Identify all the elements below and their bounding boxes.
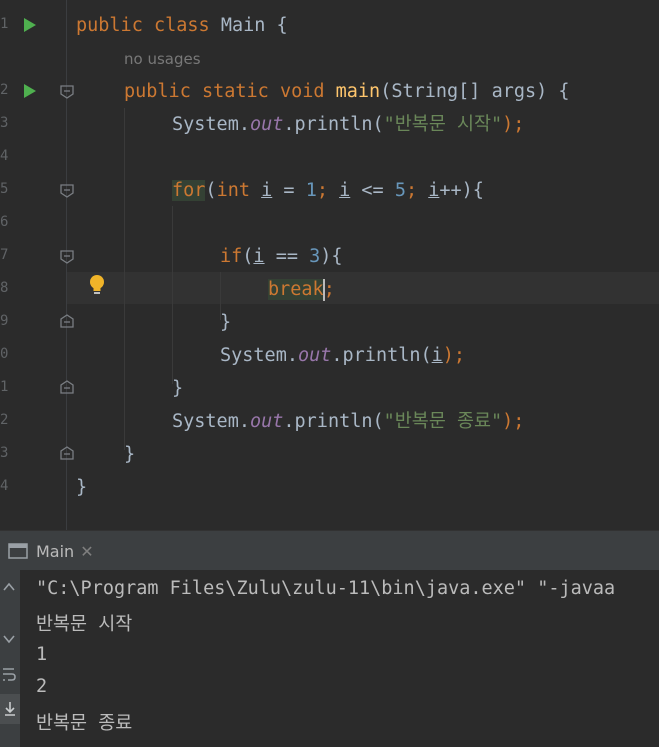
code-line-9: } <box>220 312 232 333</box>
console-line: 2 <box>36 676 48 697</box>
fold-end-icon[interactable] <box>60 380 74 394</box>
indent-guide <box>172 206 173 384</box>
line-number: 7 <box>0 247 9 263</box>
console-toolbar <box>0 570 20 747</box>
run-icon[interactable] <box>24 18 36 32</box>
console-line: 1 <box>36 644 48 665</box>
scroll-down-icon[interactable] <box>2 632 16 646</box>
console-icon <box>8 543 28 559</box>
code-line-3: System.out.println("반복문 시작"); <box>172 114 525 135</box>
soft-wrap-icon[interactable] <box>1 666 17 684</box>
line-number: 4 <box>0 478 9 494</box>
line-number: 1 <box>0 379 9 395</box>
line-number: 5 <box>0 181 9 197</box>
current-line-highlight <box>66 272 659 304</box>
code-line-8[interactable]: break; <box>268 277 335 303</box>
scroll-up-icon[interactable] <box>2 580 16 594</box>
fold-collapse-icon[interactable] <box>60 85 74 99</box>
code-line-7: if(i == 3){ <box>220 246 343 267</box>
line-number: 2 <box>0 412 9 428</box>
console-line: 반복문 시작 <box>36 614 133 635</box>
console-line: "C:\Program Files\Zulu\zulu-11\bin\java.… <box>36 578 616 599</box>
code-line-13: } <box>124 444 136 465</box>
code-line-5: for(int i = 1; i <= 5; i++){ <box>172 180 484 201</box>
fold-collapse-icon[interactable] <box>60 184 74 198</box>
fold-end-icon[interactable] <box>60 314 74 328</box>
code-line-1: public class Main { <box>76 15 288 36</box>
run-tab-label: Main <box>36 541 75 561</box>
line-number: 0 <box>0 346 9 362</box>
console-output[interactable]: "C:\Program Files\Zulu\zulu-11\bin\java.… <box>0 570 659 747</box>
code-line-14: } <box>76 477 88 498</box>
fold-collapse-icon[interactable] <box>60 250 74 264</box>
scroll-to-end-icon <box>5 702 15 716</box>
run-panel-header: Main ✕ <box>0 530 659 571</box>
code-line-10: System.out.println(i); <box>220 345 466 366</box>
code-line-12: System.out.println("반복문 종료"); <box>172 411 525 432</box>
line-number: 2 <box>0 82 9 98</box>
line-number: 8 <box>0 280 9 296</box>
line-number: 3 <box>0 445 9 461</box>
scroll-to-end-button[interactable] <box>0 694 20 724</box>
line-number: 1 <box>0 16 9 32</box>
run-tab-main[interactable]: Main ✕ <box>0 531 94 571</box>
fold-end-icon[interactable] <box>60 446 74 460</box>
code-line-11: } <box>172 378 184 399</box>
indent-guide <box>124 108 125 450</box>
close-icon[interactable]: ✕ <box>80 542 93 561</box>
line-number: 3 <box>0 115 9 131</box>
usage-hint[interactable]: no usages <box>124 50 201 68</box>
line-number: 6 <box>0 214 9 230</box>
lightbulb-icon[interactable] <box>89 274 105 296</box>
line-number: 4 <box>0 148 9 164</box>
code-line-2: public static void main(String[] args) { <box>124 81 570 102</box>
run-icon[interactable] <box>24 84 36 98</box>
line-number: 9 <box>0 313 9 329</box>
console-line: 반복문 종료 <box>36 713 133 734</box>
code-editor[interactable]: 1 2 3 4 5 6 7 8 9 0 1 2 3 4 public class… <box>0 0 659 530</box>
